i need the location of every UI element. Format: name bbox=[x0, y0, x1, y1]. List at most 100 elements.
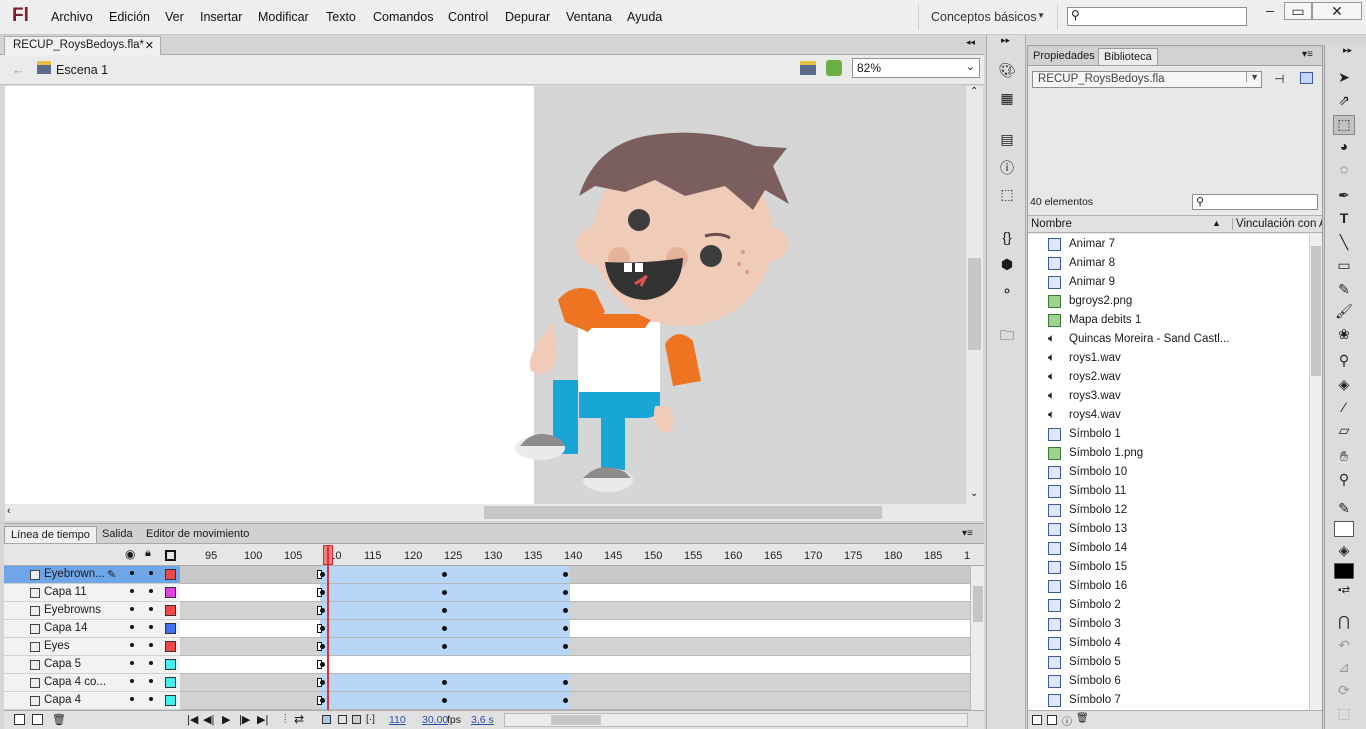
library-item[interactable]: Símbolo 2 bbox=[1028, 596, 1309, 615]
keyframe[interactable] bbox=[563, 644, 568, 649]
library-item[interactable]: 🔈︎ roys3.wav bbox=[1028, 387, 1309, 406]
stage-vertical-scrollbar[interactable]: ⌃ ⌄ bbox=[966, 86, 983, 504]
frame-row[interactable] bbox=[180, 566, 970, 584]
stage-horizontal-scrollbar[interactable]: ‹ bbox=[5, 504, 983, 521]
delete-item-icon[interactable]: 🗑︎ bbox=[1076, 713, 1089, 724]
menu-archivo[interactable]: Archivo bbox=[51, 10, 93, 24]
library-item[interactable]: Símbolo 12 bbox=[1028, 501, 1309, 520]
stroke-color-swatch[interactable] bbox=[1334, 521, 1354, 537]
menu-ayuda[interactable]: Ayuda bbox=[627, 10, 662, 24]
edit-multiple-icon[interactable] bbox=[352, 715, 361, 724]
panel-collapse-icon[interactable]: ◂◂ bbox=[966, 37, 975, 48]
brush-tool-icon[interactable]: 🖌︎ bbox=[1333, 303, 1355, 323]
paint-bucket-tool-icon[interactable]: ◈ bbox=[1333, 376, 1355, 396]
frame-row[interactable] bbox=[180, 692, 970, 710]
swatches-grid-icon[interactable]: ▦ bbox=[997, 90, 1017, 108]
lock-dot[interactable] bbox=[149, 661, 153, 665]
edit-symbols-icon[interactable] bbox=[826, 60, 842, 76]
code-snippets-icon[interactable]: {} bbox=[997, 229, 1017, 247]
stage[interactable] bbox=[5, 86, 966, 504]
keyframe[interactable] bbox=[563, 608, 568, 613]
last-frame-icon[interactable]: ▶| bbox=[257, 713, 268, 726]
new-library-panel-icon[interactable] bbox=[1300, 72, 1313, 84]
library-item[interactable]: Símbolo 14 bbox=[1028, 539, 1309, 558]
free-transform-tool-icon[interactable]: ⬚ bbox=[1333, 115, 1355, 135]
menu-control[interactable]: Control bbox=[448, 10, 488, 24]
frame-grid[interactable] bbox=[180, 566, 970, 710]
library-item[interactable]: 🔈︎ Quincas Moreira - Sand Castl... bbox=[1028, 330, 1309, 349]
new-folder-icon[interactable] bbox=[1047, 715, 1057, 725]
edit-scene-icon[interactable] bbox=[800, 61, 816, 75]
keyframe[interactable] bbox=[320, 626, 325, 631]
onion-outline-icon[interactable] bbox=[338, 715, 347, 724]
keyframe[interactable] bbox=[320, 680, 325, 685]
scroll-up-icon[interactable]: ⌃ bbox=[970, 86, 978, 97]
properties-icon[interactable]: ⓘ bbox=[1062, 713, 1072, 728]
layer-row[interactable]: Capa 4 bbox=[4, 692, 180, 710]
panel-collapse-icon[interactable]: ▸▸ bbox=[1001, 35, 1010, 46]
keyframe[interactable] bbox=[442, 680, 447, 685]
rotate-icon[interactable]: ⟳ bbox=[1333, 682, 1355, 702]
layer-row[interactable]: Eyebrown... ✎ bbox=[4, 566, 180, 584]
character-illustration[interactable] bbox=[5, 86, 966, 504]
layer-color-swatch[interactable] bbox=[165, 677, 176, 688]
column-linkage[interactable]: Vinculación con A bbox=[1232, 218, 1322, 230]
library-search-input[interactable]: ⚲ bbox=[1192, 194, 1318, 210]
layer-color-swatch[interactable] bbox=[165, 659, 176, 670]
tab-motion-editor[interactable]: Editor de movimiento bbox=[140, 526, 255, 543]
transform-icon[interactable]: ⬚ bbox=[997, 186, 1017, 204]
menu-insertar[interactable]: Insertar bbox=[200, 10, 242, 24]
layer-row[interactable]: Capa 5 bbox=[4, 656, 180, 674]
new-symbol-icon[interactable] bbox=[1032, 715, 1042, 725]
keyframe[interactable] bbox=[563, 590, 568, 595]
library-document-select[interactable]: RECUP_RoysBedoys.fla ▼ bbox=[1032, 71, 1262, 88]
snap-magnet-icon[interactable]: ⋂ bbox=[1333, 613, 1355, 633]
keyframe[interactable] bbox=[320, 590, 325, 595]
prev-frame-icon[interactable]: ◀| bbox=[203, 713, 214, 726]
timeline-hscroll-thumb[interactable] bbox=[551, 715, 601, 725]
keyframe[interactable] bbox=[320, 644, 325, 649]
visibility-dot[interactable] bbox=[130, 661, 134, 665]
delete-layer-icon[interactable]: 🗑︎ bbox=[52, 713, 66, 726]
keyframe[interactable] bbox=[320, 698, 325, 703]
keyframe[interactable] bbox=[442, 698, 447, 703]
frame-rate[interactable]: 30,00 bbox=[422, 714, 448, 726]
stage-vertical-thumb[interactable] bbox=[968, 258, 981, 350]
align-icon[interactable]: ▤ bbox=[997, 131, 1017, 149]
help-search-input[interactable]: ⚲ bbox=[1067, 7, 1247, 26]
stroke-color-icon[interactable]: ✎ bbox=[1333, 500, 1355, 520]
line-tool-icon[interactable]: ╲ bbox=[1333, 234, 1355, 254]
library-item[interactable]: Símbolo 15 bbox=[1028, 558, 1309, 577]
keyframe[interactable] bbox=[442, 590, 447, 595]
keyframe[interactable] bbox=[442, 572, 447, 577]
library-item[interactable]: Símbolo 13 bbox=[1028, 520, 1309, 539]
info-icon[interactable]: ⓘ bbox=[997, 158, 1017, 176]
components-icon[interactable]: ⬢ bbox=[997, 256, 1017, 274]
library-vscroll[interactable] bbox=[1309, 234, 1322, 710]
layer-color-swatch[interactable] bbox=[165, 641, 176, 652]
library-item[interactable]: Animar 9 bbox=[1028, 273, 1309, 292]
library-item[interactable]: bgroys2.png bbox=[1028, 292, 1309, 311]
swap-colors-icon[interactable]: ▪⇄ bbox=[1333, 585, 1355, 605]
layer-color-swatch[interactable] bbox=[165, 569, 176, 580]
new-layer-icon[interactable] bbox=[14, 714, 25, 725]
menu-texto[interactable]: Texto bbox=[326, 10, 356, 24]
modify-markers-icon[interactable]: [·] bbox=[366, 714, 375, 725]
visibility-dot[interactable] bbox=[130, 679, 134, 683]
lock-dot[interactable] bbox=[149, 625, 153, 629]
lasso-tool-icon[interactable]: ◌ bbox=[1333, 161, 1355, 181]
visibility-dot[interactable] bbox=[130, 607, 134, 611]
lock-dot[interactable] bbox=[149, 697, 153, 701]
minimize-button[interactable]: – bbox=[1256, 2, 1284, 20]
hand-tool-icon[interactable]: ✋︎ bbox=[1333, 448, 1355, 468]
layer-color-swatch[interactable] bbox=[165, 587, 176, 598]
menu-ver[interactable]: Ver bbox=[165, 10, 184, 24]
keyframe[interactable] bbox=[320, 662, 325, 667]
zoom-dropdown[interactable]: 82% ⌄ bbox=[852, 58, 980, 78]
layer-row[interactable]: Eyes bbox=[4, 638, 180, 656]
column-name[interactable]: Nombre bbox=[1031, 218, 1072, 230]
lock-dot[interactable] bbox=[149, 607, 153, 611]
frame-row[interactable] bbox=[180, 602, 970, 620]
center-frame-icon[interactable]: ⦙ bbox=[284, 712, 287, 727]
lock-dot[interactable] bbox=[149, 589, 153, 593]
